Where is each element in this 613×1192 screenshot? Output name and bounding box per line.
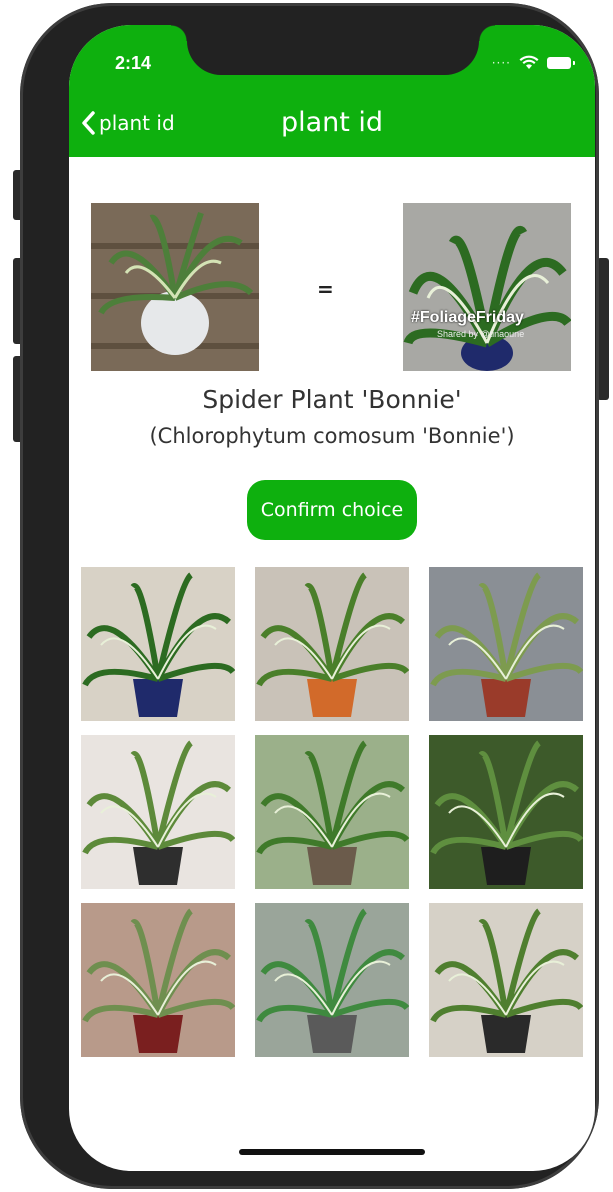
match-photo-overlay: #FoliageFriday xyxy=(411,309,524,326)
status-time: 2:14 xyxy=(115,53,152,73)
gallery-photo-art xyxy=(430,572,583,717)
confirm-choice-button[interactable]: Confirm choice xyxy=(247,480,417,540)
page-title: plant id xyxy=(280,107,384,138)
gallery-photo-8[interactable] xyxy=(255,903,409,1057)
gallery-photo-art xyxy=(430,740,583,885)
phone-frame: 2:14 ···· plant id plant id = #FoliageFr… xyxy=(20,3,599,1189)
equals-sign: = xyxy=(317,277,334,301)
app-screen: 2:14 ···· plant id plant id = #FoliageFr… xyxy=(69,25,595,1171)
signal-dots-icon: ···· xyxy=(491,55,511,70)
status-icons: ···· xyxy=(491,55,575,70)
gallery-photo-art xyxy=(82,908,235,1053)
gallery-photo-art xyxy=(82,572,235,717)
match-photo-overlay-sub: Shared by @tinaoune xyxy=(437,329,525,339)
wifi-icon xyxy=(519,55,539,69)
gallery-photo-art xyxy=(256,740,409,885)
gallery-photo-6[interactable] xyxy=(429,735,583,889)
user-plant-photo xyxy=(91,203,259,371)
device-stage: 2:14 ···· plant id plant id = #FoliageFr… xyxy=(0,0,613,1192)
nav-header: 2:14 ···· plant id plant id xyxy=(69,25,595,157)
battery-icon xyxy=(547,56,575,69)
gallery-photo-art xyxy=(256,572,409,717)
notch xyxy=(171,25,495,75)
plant-common-name: Spider Plant 'Bonnie' xyxy=(202,385,462,414)
gallery-photo-2[interactable] xyxy=(255,567,409,721)
plant-scientific-name: (Chlorophytum comosum 'Bonnie') xyxy=(149,424,515,448)
gallery-photo-9[interactable] xyxy=(429,903,583,1057)
gallery-photo-4[interactable] xyxy=(81,735,235,889)
home-indicator[interactable] xyxy=(239,1149,425,1155)
plant-photo-art xyxy=(91,203,259,371)
match-plant-photo: #FoliageFriday Shared by @tinaoune xyxy=(403,203,571,371)
match-photo-art xyxy=(403,203,571,371)
gallery-photo-5[interactable] xyxy=(255,735,409,889)
gallery-photo-art xyxy=(256,908,409,1053)
gallery-photo-art xyxy=(82,740,235,885)
gallery-photo-art xyxy=(430,908,583,1053)
gallery-photo-1[interactable] xyxy=(81,567,235,721)
gallery-photo-7[interactable] xyxy=(81,903,235,1057)
gallery-photo-3[interactable] xyxy=(429,567,583,721)
